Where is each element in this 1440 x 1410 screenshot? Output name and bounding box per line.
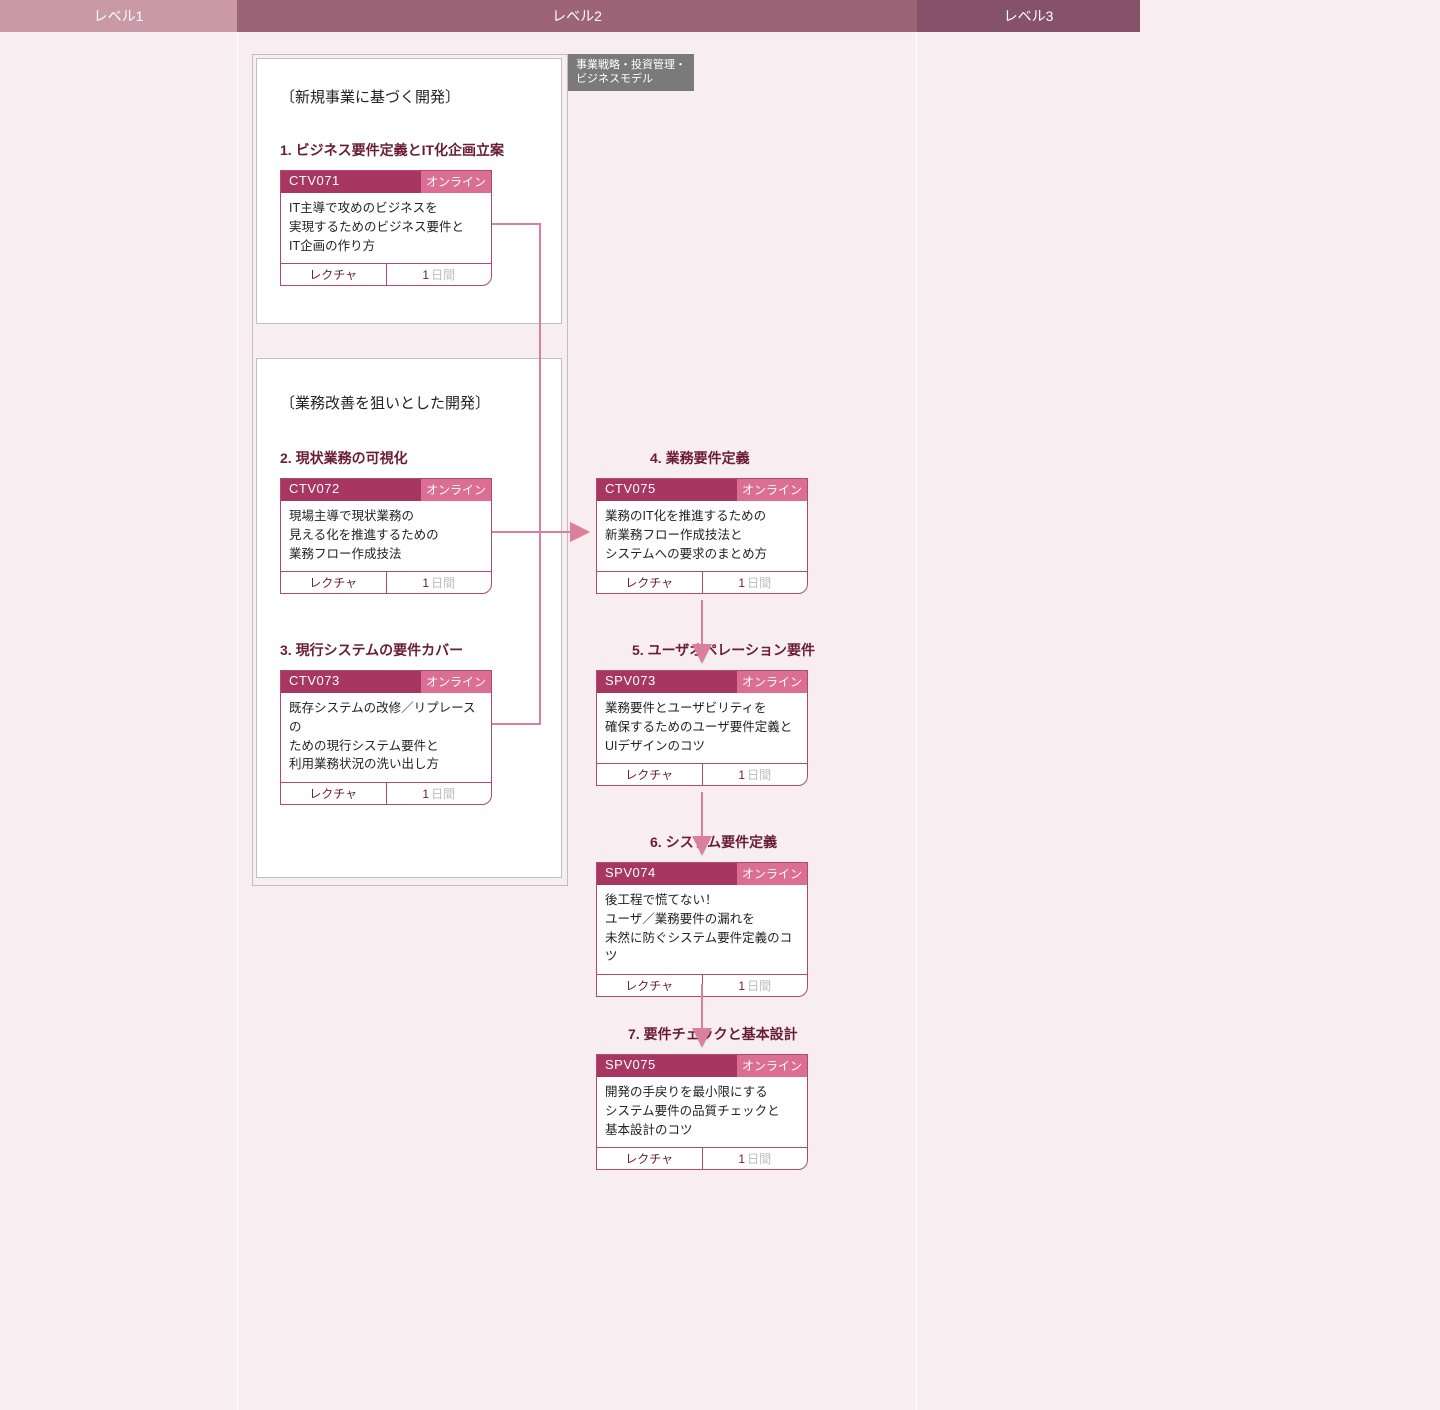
course-duration: 1日間 [387,572,492,593]
group-title-1: 〔新規事業に基づく開発〕 [280,86,460,107]
course-code: SPV073 [597,671,737,693]
group-title-2: 〔業務改善を狙いとした開発〕 [280,392,490,413]
panel-label-line2: ビジネスモデル [576,73,653,85]
course-duration: 1日間 [703,975,808,996]
level-header-3: レベル3 [917,0,1140,32]
course-description: IT主導で攻めのビジネスを実現するためのビジネス要件とIT企画の作り方 [281,193,491,263]
course-code: CTV072 [281,479,421,501]
online-badge: オンライン [737,863,807,885]
course-duration: 1日間 [703,572,808,593]
course-code: SPV074 [597,863,737,885]
course-description: 開発の手戻りを最小限にするシステム要件の品質チェックと基本設計のコツ [597,1077,807,1147]
step-title-6: 6. システム要件定義 [650,832,777,852]
course-duration: 1日間 [387,783,492,804]
course-card-ctv075[interactable]: CTV075オンライン業務のIT化を推進するための新業務フロー作成技法とシステム… [596,478,808,594]
course-description: 業務のIT化を推進するための新業務フロー作成技法とシステムへの要求のまとめ方 [597,501,807,571]
course-duration: 1日間 [703,764,808,785]
column-bg-3 [917,32,1140,1410]
course-type: レクチャ [597,764,703,785]
course-card-ctv073[interactable]: CTV073オンライン既存システムの改修／リプレースのための現行システム要件と利… [280,670,492,805]
step-title-3: 3. 現行システムの要件カバー [280,640,463,660]
online-badge: オンライン [737,671,807,693]
course-card-spv073[interactable]: SPV073オンライン業務要件とユーザビリティを確保するためのユーザ要件定義とU… [596,670,808,786]
level-header-1: レベル1 [0,0,237,32]
course-code: CTV075 [597,479,737,501]
course-type: レクチャ [597,572,703,593]
course-type: レクチャ [597,975,703,996]
online-badge: オンライン [421,671,491,693]
online-badge: オンライン [421,479,491,501]
course-duration: 1日間 [387,264,492,285]
column-bg-1 [0,32,237,1410]
course-card-ctv072[interactable]: CTV072オンライン現場主導で現状業務の見える化を推進するための業務フロー作成… [280,478,492,594]
course-description: 後工程で慌てない！ユーザ／業務要件の漏れを未然に防ぐシステム要件定義のコツ [597,885,807,974]
course-card-spv075[interactable]: SPV075オンライン開発の手戻りを最小限にするシステム要件の品質チェックと基本… [596,1054,808,1170]
course-description: 現場主導で現状業務の見える化を推進するための業務フロー作成技法 [281,501,491,571]
course-code: CTV073 [281,671,421,693]
diagram-frame: レベル1 レベル2 レベル3 事業戦略・投資管理・ ビジネスモデル 〔新規事業に… [0,0,1140,1410]
online-badge: オンライン [737,479,807,501]
panel-label-line1: 事業戦略・投資管理・ [576,59,686,71]
course-code: CTV071 [281,171,421,193]
course-code: SPV075 [597,1055,737,1077]
step-title-1: 1. ビジネス要件定義とIT化企画立案 [280,140,504,160]
course-type: レクチャ [281,783,387,804]
course-type: レクチャ [281,572,387,593]
course-type: レクチャ [281,264,387,285]
course-description: 業務要件とユーザビリティを確保するためのユーザ要件定義とUIデザインのコツ [597,693,807,763]
course-card-ctv071[interactable]: CTV071オンラインIT主導で攻めのビジネスを実現するためのビジネス要件とIT… [280,170,492,286]
step-title-7: 7. 要件チェックと基本設計 [628,1024,798,1044]
step-title-5: 5. ユーザオペレーション要件 [632,640,815,660]
course-description: 既存システムの改修／リプレースのための現行システム要件と利用業務状況の洗い出し方 [281,693,491,782]
course-type: レクチャ [597,1148,703,1169]
course-duration: 1日間 [703,1148,808,1169]
step-title-4: 4. 業務要件定義 [650,448,750,468]
course-card-spv074[interactable]: SPV074オンライン後工程で慌てない！ユーザ／業務要件の漏れを未然に防ぐシステ… [596,862,808,997]
step-title-2: 2. 現状業務の可視化 [280,448,408,468]
online-badge: オンライン [737,1055,807,1077]
panel-category-label: 事業戦略・投資管理・ ビジネスモデル [568,54,694,91]
online-badge: オンライン [421,171,491,193]
level-header-2: レベル2 [237,0,917,32]
